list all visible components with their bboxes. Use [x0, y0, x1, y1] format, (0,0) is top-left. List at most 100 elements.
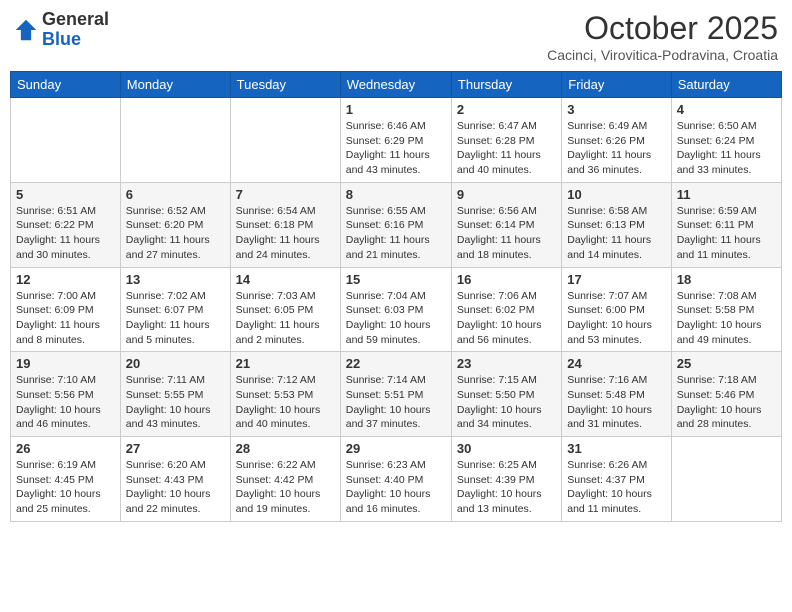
- day-number: 24: [567, 356, 665, 371]
- calendar-cell: 26 Sunrise: 6:19 AM Sunset: 4:45 PM Dayli…: [11, 437, 121, 522]
- day-info: Sunrise: 6:19 AM Sunset: 4:45 PM Dayligh…: [16, 458, 115, 517]
- weekday-header-saturday: Saturday: [671, 72, 781, 98]
- calendar-cell: 7 Sunrise: 6:54 AM Sunset: 6:18 PM Daylig…: [230, 182, 340, 267]
- calendar-cell: 6Sunrise: 6:52 AM Sunset: 6:20 PM Daylig…: [120, 182, 230, 267]
- weekday-header-sunday: Sunday: [11, 72, 121, 98]
- calendar-cell: 22 Sunrise: 7:14 AM Sunset: 5:51 PM Dayli…: [340, 352, 451, 437]
- logo-icon: [14, 18, 38, 42]
- calendar-cell: 4 Sunrise: 6:50 AM Sunset: 6:24 PM Daylig…: [671, 98, 781, 183]
- day-number: 4: [677, 102, 776, 117]
- day-info: Sunrise: 6:58 AM Sunset: 6:13 PM Dayligh…: [567, 204, 665, 263]
- calendar-cell: [671, 437, 781, 522]
- day-info: Sunrise: 7:03 AM Sunset: 6:05 PM Dayligh…: [236, 289, 335, 348]
- logo-general: General: [42, 10, 109, 30]
- day-number: 22: [346, 356, 446, 371]
- logo-text: General Blue: [42, 10, 109, 50]
- calendar-cell: 16Sunrise: 7:06 AM Sunset: 6:02 PM Dayli…: [451, 267, 561, 352]
- day-info: Sunrise: 7:14 AM Sunset: 5:51 PM Dayligh…: [346, 373, 446, 432]
- day-number: 18: [677, 272, 776, 287]
- weekday-header-row: SundayMondayTuesdayWednesdayThursdayFrid…: [11, 72, 782, 98]
- calendar-cell: 27Sunrise: 6:20 AM Sunset: 4:43 PM Dayli…: [120, 437, 230, 522]
- calendar-week-row: 1Sunrise: 6:46 AM Sunset: 6:29 PM Daylig…: [11, 98, 782, 183]
- calendar-cell: [120, 98, 230, 183]
- day-info: Sunrise: 6:23 AM Sunset: 4:40 PM Dayligh…: [346, 458, 446, 517]
- calendar-cell: 11Sunrise: 6:59 AM Sunset: 6:11 PM Dayli…: [671, 182, 781, 267]
- day-info: Sunrise: 7:18 AM Sunset: 5:46 PM Dayligh…: [677, 373, 776, 432]
- calendar-week-row: 26 Sunrise: 6:19 AM Sunset: 4:45 PM Dayli…: [11, 437, 782, 522]
- day-number: 25: [677, 356, 776, 371]
- day-number: 8: [346, 187, 446, 202]
- day-number: 7: [236, 187, 335, 202]
- day-info: Sunrise: 6:50 AM Sunset: 6:24 PM Dayligh…: [677, 119, 776, 178]
- day-info: Sunrise: 7:04 AM Sunset: 6:03 PM Dayligh…: [346, 289, 446, 348]
- calendar-cell: 2 Sunrise: 6:47 AM Sunset: 6:28 PM Daylig…: [451, 98, 561, 183]
- calendar-cell: 10 Sunrise: 6:58 AM Sunset: 6:13 PM Dayli…: [562, 182, 671, 267]
- logo-blue: Blue: [42, 30, 109, 50]
- day-info: Sunrise: 6:20 AM Sunset: 4:43 PM Dayligh…: [126, 458, 225, 517]
- day-info: Sunrise: 6:54 AM Sunset: 6:18 PM Dayligh…: [236, 204, 335, 263]
- day-info: Sunrise: 7:16 AM Sunset: 5:48 PM Dayligh…: [567, 373, 665, 432]
- day-number: 23: [457, 356, 556, 371]
- day-number: 2: [457, 102, 556, 117]
- day-info: Sunrise: 6:22 AM Sunset: 4:42 PM Dayligh…: [236, 458, 335, 517]
- calendar-cell: 31 Sunrise: 6:26 AM Sunset: 4:37 PM Dayli…: [562, 437, 671, 522]
- day-info: Sunrise: 7:08 AM Sunset: 5:58 PM Dayligh…: [677, 289, 776, 348]
- day-info: Sunrise: 6:47 AM Sunset: 6:28 PM Dayligh…: [457, 119, 556, 178]
- calendar-cell: 18 Sunrise: 7:08 AM Sunset: 5:58 PM Dayli…: [671, 267, 781, 352]
- day-info: Sunrise: 7:11 AM Sunset: 5:55 PM Dayligh…: [126, 373, 225, 432]
- calendar-week-row: 5Sunrise: 6:51 AM Sunset: 6:22 PM Daylig…: [11, 182, 782, 267]
- day-number: 29: [346, 441, 446, 456]
- title-block: October 2025 Cacinci, Virovitica-Podravi…: [547, 10, 778, 63]
- day-number: 14: [236, 272, 335, 287]
- page-header: General Blue October 2025 Cacinci, Virov…: [10, 10, 782, 63]
- day-number: 16: [457, 272, 556, 287]
- day-number: 26: [16, 441, 115, 456]
- day-number: 12: [16, 272, 115, 287]
- weekday-header-friday: Friday: [562, 72, 671, 98]
- day-info: Sunrise: 7:00 AM Sunset: 6:09 PM Dayligh…: [16, 289, 115, 348]
- calendar-week-row: 12 Sunrise: 7:00 AM Sunset: 6:09 PM Dayli…: [11, 267, 782, 352]
- day-info: Sunrise: 7:10 AM Sunset: 5:56 PM Dayligh…: [16, 373, 115, 432]
- day-info: Sunrise: 7:15 AM Sunset: 5:50 PM Dayligh…: [457, 373, 556, 432]
- day-info: Sunrise: 6:25 AM Sunset: 4:39 PM Dayligh…: [457, 458, 556, 517]
- day-number: 28: [236, 441, 335, 456]
- day-number: 30: [457, 441, 556, 456]
- calendar-week-row: 19Sunrise: 7:10 AM Sunset: 5:56 PM Dayli…: [11, 352, 782, 437]
- day-number: 20: [126, 356, 225, 371]
- calendar-cell: 5Sunrise: 6:51 AM Sunset: 6:22 PM Daylig…: [11, 182, 121, 267]
- calendar-cell: 17Sunrise: 7:07 AM Sunset: 6:00 PM Dayli…: [562, 267, 671, 352]
- calendar-cell: 23 Sunrise: 7:15 AM Sunset: 5:50 PM Dayli…: [451, 352, 561, 437]
- weekday-header-thursday: Thursday: [451, 72, 561, 98]
- day-info: Sunrise: 6:52 AM Sunset: 6:20 PM Dayligh…: [126, 204, 225, 263]
- calendar-cell: 3 Sunrise: 6:49 AM Sunset: 6:26 PM Daylig…: [562, 98, 671, 183]
- calendar-cell: 21Sunrise: 7:12 AM Sunset: 5:53 PM Dayli…: [230, 352, 340, 437]
- calendar-cell: 1Sunrise: 6:46 AM Sunset: 6:29 PM Daylig…: [340, 98, 451, 183]
- day-info: Sunrise: 6:49 AM Sunset: 6:26 PM Dayligh…: [567, 119, 665, 178]
- day-number: 31: [567, 441, 665, 456]
- day-number: 10: [567, 187, 665, 202]
- calendar-table: SundayMondayTuesdayWednesdayThursdayFrid…: [10, 71, 782, 522]
- day-number: 3: [567, 102, 665, 117]
- day-number: 11: [677, 187, 776, 202]
- calendar-cell: 13 Sunrise: 7:02 AM Sunset: 6:07 PM Dayli…: [120, 267, 230, 352]
- calendar-cell: 9 Sunrise: 6:56 AM Sunset: 6:14 PM Daylig…: [451, 182, 561, 267]
- calendar-cell: [11, 98, 121, 183]
- calendar-cell: [230, 98, 340, 183]
- calendar-cell: 15Sunrise: 7:04 AM Sunset: 6:03 PM Dayli…: [340, 267, 451, 352]
- day-info: Sunrise: 6:56 AM Sunset: 6:14 PM Dayligh…: [457, 204, 556, 263]
- location: Cacinci, Virovitica-Podravina, Croatia: [547, 47, 778, 63]
- calendar-cell: 28 Sunrise: 6:22 AM Sunset: 4:42 PM Dayli…: [230, 437, 340, 522]
- month-title: October 2025: [547, 10, 778, 47]
- day-number: 21: [236, 356, 335, 371]
- day-info: Sunrise: 6:46 AM Sunset: 6:29 PM Dayligh…: [346, 119, 446, 178]
- calendar-cell: 24 Sunrise: 7:16 AM Sunset: 5:48 PM Dayli…: [562, 352, 671, 437]
- day-info: Sunrise: 6:55 AM Sunset: 6:16 PM Dayligh…: [346, 204, 446, 263]
- calendar-cell: 29 Sunrise: 6:23 AM Sunset: 4:40 PM Dayli…: [340, 437, 451, 522]
- calendar-cell: 12 Sunrise: 7:00 AM Sunset: 6:09 PM Dayli…: [11, 267, 121, 352]
- day-info: Sunrise: 7:02 AM Sunset: 6:07 PM Dayligh…: [126, 289, 225, 348]
- day-number: 9: [457, 187, 556, 202]
- calendar-cell: 25 Sunrise: 7:18 AM Sunset: 5:46 PM Dayli…: [671, 352, 781, 437]
- day-info: Sunrise: 6:26 AM Sunset: 4:37 PM Dayligh…: [567, 458, 665, 517]
- calendar-cell: 14 Sunrise: 7:03 AM Sunset: 6:05 PM Dayli…: [230, 267, 340, 352]
- day-number: 13: [126, 272, 225, 287]
